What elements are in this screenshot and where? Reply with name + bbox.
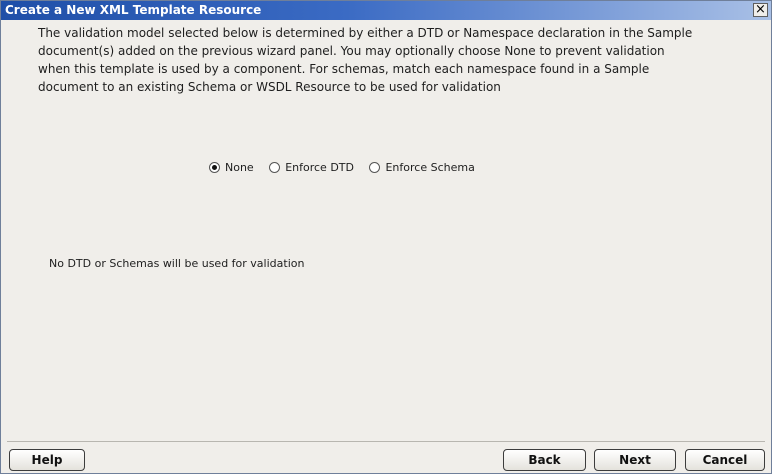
window-title: Create a New XML Template Resource	[5, 3, 262, 17]
description-line: document(s) added on the previous wizard…	[38, 44, 665, 58]
radio-label: Enforce DTD	[285, 161, 354, 174]
help-button[interactable]: Help	[9, 449, 85, 471]
description-line: when this template is used by a componen…	[38, 62, 650, 76]
title-bar[interactable]: Create a New XML Template Resource ×	[1, 1, 771, 20]
back-button[interactable]: Back	[503, 449, 586, 471]
radio-button-none[interactable]	[209, 162, 220, 173]
wizard-dialog: Create a New XML Template Resource × The…	[0, 0, 772, 474]
description-line: document to an existing Schema or WSDL R…	[38, 80, 501, 94]
radio-option-enforce-schema[interactable]: Enforce Schema	[369, 161, 475, 174]
button-bar-separator	[7, 441, 765, 442]
radio-label: None	[225, 161, 254, 174]
radio-button-enforce-schema[interactable]	[369, 162, 381, 173]
close-icon[interactable]: ×	[753, 3, 768, 17]
description-line: The validation model selected below is d…	[38, 26, 693, 40]
radio-button-enforce-dtd[interactable]	[269, 162, 281, 173]
radio-option-none[interactable]: None	[209, 161, 254, 174]
cancel-button[interactable]: Cancel	[685, 449, 765, 471]
next-button[interactable]: Next	[594, 449, 676, 471]
description-text: The validation model selected below is d…	[38, 24, 758, 96]
radio-label: Enforce Schema	[385, 161, 475, 174]
radio-option-enforce-dtd[interactable]: Enforce DTD	[269, 161, 354, 174]
validation-status-text: No DTD or Schemas will be used for valid…	[49, 257, 305, 270]
validation-radio-group: None Enforce DTD Enforce Schema	[209, 161, 487, 176]
